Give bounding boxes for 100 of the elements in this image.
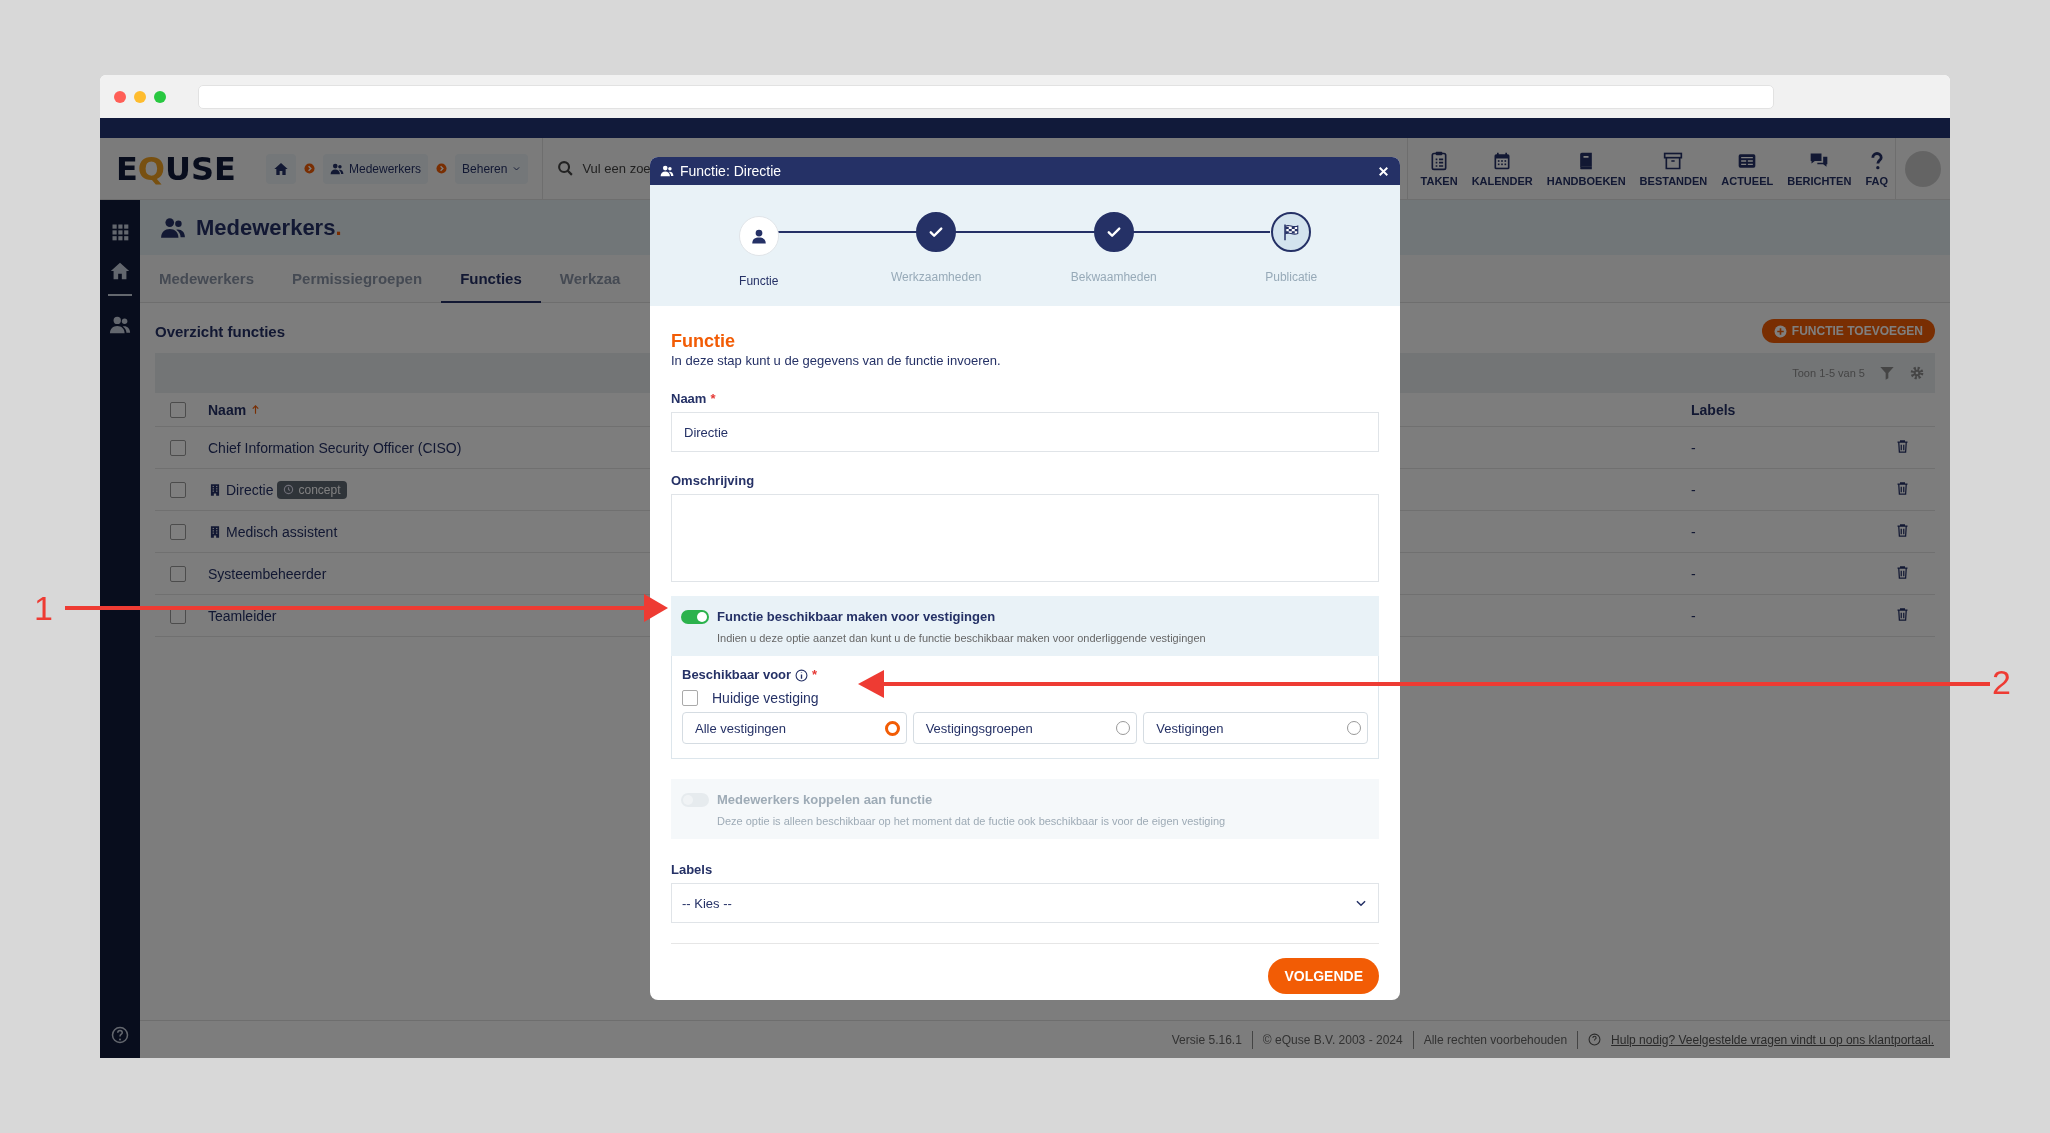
status-badge: concept: [277, 480, 347, 499]
calendar-icon: [1492, 150, 1513, 171]
table-cell-text: -: [1691, 523, 1697, 540]
step-label[interactable]: Functie: [739, 274, 779, 288]
delete-button[interactable]: [1895, 606, 1910, 622]
delete-button[interactable]: [1895, 522, 1910, 538]
select-field[interactable]: -- Kies --: [671, 883, 1379, 923]
step-label[interactable]: Werkzaamheden: [891, 270, 982, 284]
table-cell: Medisch assistent: [226, 523, 338, 540]
radio-button[interactable]: [884, 720, 900, 736]
chevron-icon: [304, 163, 315, 174]
checkbox[interactable]: [682, 690, 698, 706]
delete-button[interactable]: [1895, 480, 1910, 496]
step-marker[interactable]: [1093, 212, 1134, 252]
option-hint: Deze optie is alleen beschikbaar op het moment dat de fuctie ook beschikbaar is voor de eigen vestiging: [717, 815, 1226, 827]
user-icon: [749, 227, 768, 245]
option-title: Functie beschikbaar maken voor vestigingen: [717, 608, 997, 626]
clock-icon: [283, 484, 295, 495]
footer-text: Alle rechten voorbehouden: [1423, 1032, 1568, 1047]
checkbox[interactable]: [169, 439, 186, 456]
column-header[interactable]: Labels: [1691, 401, 1895, 418]
table-cell-text: -: [1691, 565, 1697, 582]
users-icon: [660, 164, 674, 178]
field-label: Naam: [671, 390, 707, 408]
step-heading: Functie: [671, 330, 736, 352]
delete-button[interactable]: [1895, 438, 1910, 454]
building-icon: [208, 482, 222, 497]
help-link[interactable]: Hulp nodig? Veelgestelde vragen vindt u op ons klantportaal.: [1611, 1032, 1934, 1047]
step-marker[interactable]: [1271, 212, 1312, 252]
option-hint: Indien u deze optie aanzet dan kunt u de functie beschikbaar maken voor onderliggende vestigingen: [717, 632, 1206, 644]
maximize-window-icon[interactable]: [154, 90, 166, 103]
field-label: Labels: [671, 861, 713, 879]
radio-option[interactable]: Vestigingen: [1143, 712, 1368, 744]
trash-icon: [1895, 606, 1910, 622]
home-icon: [109, 260, 131, 282]
footer-text: © eQuse B.V. 2003 - 2024: [1262, 1032, 1403, 1047]
users-icon: [109, 314, 131, 336]
caret-icon: [512, 164, 522, 173]
field-label: Omschrijving: [671, 472, 755, 490]
filter-icon: [1879, 365, 1895, 381]
checkbox[interactable]: [169, 523, 186, 540]
delete-button[interactable]: [1895, 564, 1910, 580]
add-function-button[interactable]: FUNCTIE TOEVOEGEN: [1761, 319, 1935, 343]
checkbox[interactable]: [169, 565, 186, 582]
checkbox[interactable]: [169, 481, 186, 498]
step-marker[interactable]: [916, 212, 957, 252]
step-label[interactable]: Bekwaamheden: [1070, 270, 1157, 284]
close-button[interactable]: [1377, 164, 1390, 178]
grid-icon: [110, 222, 130, 242]
minimize-window-icon[interactable]: [134, 90, 146, 103]
trash-icon: [1895, 522, 1910, 538]
info-icon: [795, 668, 809, 682]
annotation-number: 1: [34, 588, 53, 628]
close-window-icon[interactable]: [114, 90, 126, 103]
table-cell-text: -: [1691, 439, 1697, 456]
nav-item[interactable]: BESTANDEN: [1632, 137, 1715, 200]
radio-option[interactable]: Vestigingsgroepen: [912, 712, 1138, 744]
table-cell: Teamleider: [208, 607, 277, 624]
nav-item[interactable]: HANDBOEKEN: [1539, 137, 1633, 200]
required-mark: *: [710, 390, 716, 408]
checkered-flag-icon: [1282, 223, 1301, 241]
table-cell: Chief Information Security Officer (CISO): [208, 439, 462, 456]
clipboard-icon: [1429, 150, 1450, 171]
checkbox[interactable]: [169, 401, 186, 418]
help-icon: [111, 1026, 129, 1044]
address-bar[interactable]: [198, 84, 1774, 109]
users-icon: [330, 161, 344, 176]
column-header[interactable]: Naam: [208, 401, 247, 418]
breadcrumb-item[interactable]: Beheren: [455, 153, 529, 184]
table-cell: Directie: [226, 481, 274, 498]
nav-item[interactable]: ACTUEEL: [1714, 137, 1781, 200]
textarea-field[interactable]: [671, 494, 1379, 582]
tab[interactable]: Functies: [441, 255, 541, 303]
step-label[interactable]: Publicatie: [1265, 270, 1318, 284]
next-button[interactable]: VOLGENDE: [1268, 958, 1379, 994]
nav-item[interactable]: TAKEN: [1413, 137, 1465, 200]
radio-option[interactable]: Alle vestigingen: [682, 712, 907, 744]
input-field[interactable]: Directie: [671, 412, 1379, 452]
help-icon: [1588, 1033, 1602, 1046]
checkbox-label[interactable]: Huidige vestiging: [712, 690, 819, 706]
nav-item[interactable]: FAQ: [1858, 137, 1895, 200]
nav-item[interactable]: BERICHTEN: [1780, 137, 1859, 200]
close-icon: [1377, 164, 1390, 178]
home-button[interactable]: [266, 153, 296, 184]
table-cell-text: -: [1691, 607, 1697, 624]
breadcrumb-item[interactable]: Medewerkers: [323, 153, 429, 184]
annotation-number: 2: [1992, 662, 2011, 702]
trash-icon: [1895, 480, 1910, 496]
section-title: Overzicht functies: [155, 322, 286, 340]
search-icon: [557, 160, 575, 177]
search-placeholder[interactable]: Vul een zoe: [582, 161, 651, 176]
logo[interactable]: EQUSE: [116, 149, 266, 188]
plus-circle-icon: [1773, 324, 1787, 338]
building-icon: [208, 524, 222, 539]
nav-item[interactable]: KALENDER: [1464, 137, 1540, 200]
step-intro: In deze stap kunt u de gegevens van de functie invoeren.: [671, 352, 1002, 370]
footer-text: Versie 5.16.1: [1171, 1032, 1242, 1047]
toggle-switch[interactable]: [681, 610, 709, 624]
chevron-icon: [436, 163, 448, 174]
settings-icon: [1909, 365, 1925, 381]
